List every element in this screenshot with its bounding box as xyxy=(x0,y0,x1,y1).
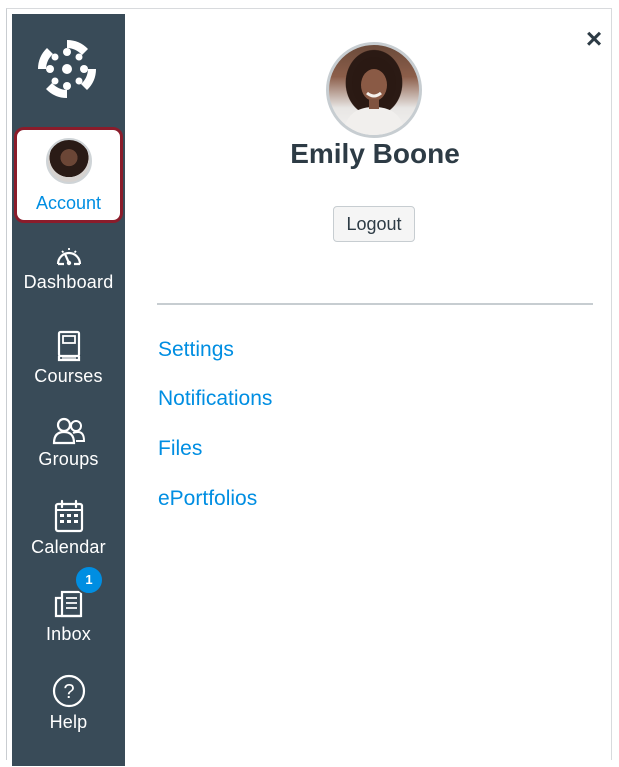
canvas-logo[interactable] xyxy=(12,14,125,125)
calendar-icon xyxy=(54,499,83,533)
eportfolios-link[interactable]: ePortfolios xyxy=(158,487,257,511)
account-avatar xyxy=(45,138,92,184)
tray-divider xyxy=(157,303,593,305)
nav-label-courses: Courses xyxy=(34,366,103,386)
nav-item-help[interactable]: ? Help xyxy=(12,674,125,733)
courses-icon xyxy=(57,330,80,362)
close-tray-button[interactable]: × xyxy=(581,25,607,53)
nav-label-help: Help xyxy=(49,712,88,732)
nav-item-account[interactable]: Account xyxy=(14,127,123,223)
nav-item-dashboard[interactable]: Dashboard xyxy=(12,242,125,293)
nav-label-groups: Groups xyxy=(38,449,99,469)
app-window: Dashboard Courses Groups Calendar Inbox … xyxy=(0,0,619,767)
nav-item-inbox[interactable]: Inbox xyxy=(12,588,125,645)
profile-photo-icon xyxy=(343,57,405,135)
nav-label-inbox: Inbox xyxy=(45,624,92,644)
svg-text:?: ? xyxy=(63,681,74,703)
nav-item-courses[interactable]: Courses xyxy=(12,330,125,387)
user-name: Emily Boone xyxy=(290,138,460,169)
inbox-icon xyxy=(54,590,82,618)
logout-button[interactable]: Logout xyxy=(333,206,415,242)
nav-label-account: Account xyxy=(35,193,102,213)
files-link[interactable]: Files xyxy=(158,437,202,461)
nav-label-dashboard: Dashboard xyxy=(23,272,114,292)
nav-item-groups[interactable]: Groups xyxy=(12,417,125,470)
profile-avatar xyxy=(326,42,422,138)
groups-icon xyxy=(52,417,85,445)
nav-item-calendar[interactable]: Calendar xyxy=(12,499,125,558)
dashboard-icon xyxy=(56,248,81,266)
inbox-unread-badge: 1 xyxy=(74,565,104,595)
nav-label-calendar: Calendar xyxy=(31,537,106,557)
canvas-logo-icon xyxy=(38,40,96,98)
settings-link[interactable]: Settings xyxy=(158,338,234,362)
notifications-link[interactable]: Notifications xyxy=(158,387,272,411)
help-icon: ? xyxy=(52,674,85,708)
